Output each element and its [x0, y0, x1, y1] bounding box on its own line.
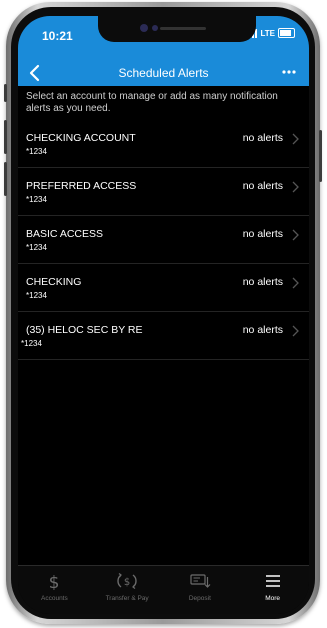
account-name: (35) HELOC SEC BY RE — [26, 324, 143, 336]
tab-more[interactable]: More — [236, 566, 309, 614]
alert-status: no alerts — [242, 228, 283, 240]
svg-text:$: $ — [124, 577, 130, 588]
account-number: *1234 — [26, 291, 47, 300]
network-type: LTE — [260, 28, 275, 38]
alert-status: no alerts — [242, 180, 283, 192]
account-number: *1234 — [26, 147, 47, 156]
account-number: *1234 — [26, 195, 47, 204]
power-button — [319, 130, 322, 182]
tab-label: More — [265, 595, 281, 602]
account-name: CHECKING — [26, 276, 82, 288]
svg-text:$: $ — [49, 573, 60, 590]
tab-label: Transfer & Pay — [105, 595, 149, 602]
chevron-right-icon — [292, 133, 299, 145]
front-camera-icon — [140, 24, 148, 32]
mute-switch — [4, 84, 7, 102]
account-list: CHECKING ACCOUNT *1234 no alerts PREFERR… — [18, 120, 309, 360]
chevron-right-icon — [292, 181, 299, 193]
nav-bar: Scheduled Alerts — [18, 60, 309, 86]
transfer-pay-icon: $ — [117, 573, 137, 589]
notch — [98, 16, 256, 42]
account-number: *1234 — [21, 339, 42, 348]
status-time: 10:21 — [42, 29, 73, 43]
tab-bar: $ Accounts $ Transfer & Pay Deposit More — [18, 565, 309, 614]
alert-status: no alerts — [242, 132, 283, 144]
tab-transfer-pay[interactable]: $ Transfer & Pay — [91, 566, 164, 614]
volume-up-button — [4, 120, 7, 154]
intro-text: Select an account to manage or add as ma… — [26, 91, 278, 114]
account-row[interactable]: PREFERRED ACCESS *1234 no alerts — [18, 167, 309, 215]
dollar-icon: $ — [49, 573, 60, 590]
phone-screen: 10:21 LTE Scheduled Alerts Select an acc… — [18, 16, 309, 614]
account-row[interactable]: BASIC ACCESS *1234 no alerts — [18, 215, 309, 263]
account-number: *1234 — [26, 243, 47, 252]
alert-status: no alerts — [242, 324, 283, 336]
volume-down-button — [4, 162, 7, 196]
account-name: PREFERRED ACCESS — [26, 180, 137, 192]
page-title: Scheduled Alerts — [118, 66, 209, 80]
battery-icon — [278, 28, 295, 38]
tab-deposit[interactable]: Deposit — [164, 566, 237, 614]
tab-label: Deposit — [188, 595, 211, 602]
chevron-right-icon — [292, 277, 299, 289]
account-name: CHECKING ACCOUNT — [26, 132, 136, 144]
account-row[interactable]: CHECKING ACCOUNT *1234 no alerts — [18, 120, 309, 167]
more-options-button[interactable] — [279, 62, 299, 82]
tab-label: Accounts — [41, 595, 68, 602]
deposit-check-icon — [190, 574, 211, 588]
sensor-icon — [152, 25, 158, 31]
chevron-right-icon — [292, 229, 299, 241]
account-row[interactable]: (35) HELOC SEC BY RE *1234 no alerts — [18, 311, 309, 360]
chevron-right-icon — [292, 325, 299, 337]
account-name: BASIC ACCESS — [26, 228, 104, 240]
tab-accounts[interactable]: $ Accounts — [18, 566, 91, 614]
speaker-grille — [160, 27, 206, 30]
ellipsis-icon — [282, 70, 296, 74]
menu-icon — [265, 575, 280, 587]
account-row[interactable]: CHECKING *1234 no alerts — [18, 263, 309, 311]
alert-status: no alerts — [242, 276, 283, 288]
